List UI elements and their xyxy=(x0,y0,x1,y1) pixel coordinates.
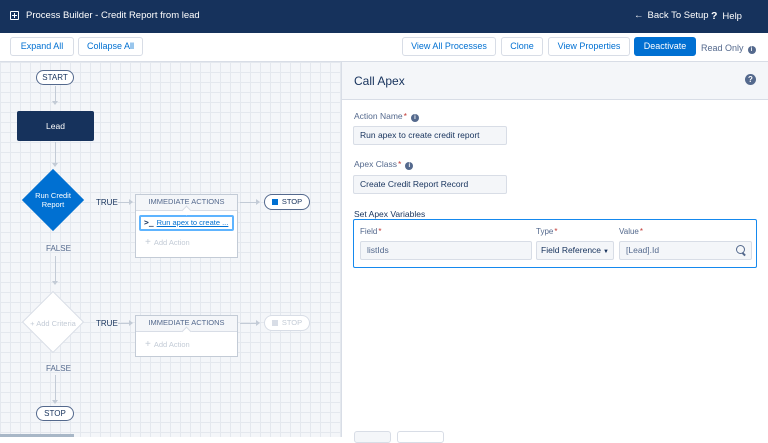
help-label: Help xyxy=(722,11,742,22)
variable-field-input[interactable]: listIds xyxy=(360,241,532,260)
immediate-actions-header: IMMEDIATE ACTIONS xyxy=(136,195,237,211)
action-name-label: Action Name* i xyxy=(354,111,419,122)
info-icon[interactable]: i xyxy=(747,46,756,54)
toolbar: Expand All Collapse All View All Process… xyxy=(0,33,768,62)
field-column-text: Field xyxy=(360,227,378,236)
connector-arrow xyxy=(52,400,58,404)
apex-class-label-text: Apex Class xyxy=(354,159,397,169)
back-to-setup-label: Back To Setup xyxy=(647,10,709,21)
stop-node: STOP xyxy=(264,194,310,210)
value-column-label: Value* xyxy=(619,227,643,236)
connector-arrow xyxy=(52,101,58,105)
apex-class-label: Apex Class* i xyxy=(354,159,414,170)
stop-label: STOP xyxy=(281,318,303,327)
cancel-button[interactable] xyxy=(397,431,444,443)
variable-type-select[interactable]: Field Reference ▼ xyxy=(536,241,614,260)
view-properties-button[interactable]: View Properties xyxy=(548,37,630,56)
true-label: TRUE xyxy=(96,198,118,207)
required-marker: * xyxy=(639,227,643,236)
read-only-label: Read Only xyxy=(701,43,744,53)
deactivate-button[interactable]: Deactivate xyxy=(634,37,696,56)
action-item-label: Run apex to create ... xyxy=(156,218,229,227)
criteria-label: Run Credit Report xyxy=(35,191,71,209)
true-label: TRUE xyxy=(96,319,118,328)
set-apex-variables-label: Set Apex Variables xyxy=(354,209,426,219)
action-properties-panel: Call Apex ? Action Name* i Run apex to cr… xyxy=(342,62,768,437)
search-icon[interactable] xyxy=(736,245,745,254)
connector-arrow xyxy=(52,163,58,167)
false-label: FALSE xyxy=(46,364,71,373)
info-icon[interactable]: i xyxy=(405,162,414,170)
variable-type-value: Field Reference xyxy=(541,245,602,255)
connector-arrow xyxy=(256,320,260,326)
add-action-link[interactable]: + Add Action xyxy=(136,339,237,350)
connector-line xyxy=(118,323,129,324)
connector-line xyxy=(55,142,56,164)
action-name-label-text: Action Name xyxy=(354,111,403,121)
plus-icon: + xyxy=(145,339,151,350)
end-stop-node: STOP xyxy=(36,406,74,421)
apex-icon: >_ xyxy=(144,218,154,227)
connector-arrow xyxy=(129,320,133,326)
expand-all-button[interactable]: Expand All xyxy=(10,37,74,56)
connector-arrow xyxy=(52,281,58,285)
immediate-actions-box: IMMEDIATE ACTIONS + Add Action xyxy=(135,315,238,357)
process-builder-icon xyxy=(10,11,19,20)
type-column-text: Type xyxy=(536,227,554,236)
stop-icon xyxy=(271,319,278,326)
connector-line xyxy=(240,323,256,324)
required-marker: * xyxy=(554,227,558,236)
info-icon[interactable]: i xyxy=(410,114,419,122)
plus-icon: + xyxy=(145,237,151,248)
immediate-actions-box: IMMEDIATE ACTIONS >_ Run apex to create .… xyxy=(135,194,238,258)
add-criteria-link[interactable]: + Add Criteria xyxy=(18,319,88,328)
collapse-all-button[interactable]: Collapse All xyxy=(78,37,143,56)
add-action-label: Add Action xyxy=(153,238,190,247)
connector-line xyxy=(55,375,56,401)
connector-line xyxy=(240,202,256,203)
action-item-run-apex[interactable]: >_ Run apex to create ... xyxy=(139,215,234,231)
app-header: Process Builder - Credit Report from lea… xyxy=(0,0,768,33)
panel-header: Call Apex ? xyxy=(342,62,768,100)
add-action-label: Add Action xyxy=(153,340,190,349)
save-button[interactable] xyxy=(354,431,391,443)
object-node-lead[interactable]: Lead xyxy=(17,111,94,141)
type-column-label: Type* xyxy=(536,227,557,236)
view-all-processes-button[interactable]: View All Processes xyxy=(402,37,496,56)
add-action-link[interactable]: + Add Action xyxy=(136,237,237,248)
panel-title: Call Apex xyxy=(354,74,405,88)
immediate-actions-header: IMMEDIATE ACTIONS xyxy=(136,316,237,332)
required-marker: * xyxy=(403,111,407,121)
connector-line xyxy=(55,86,56,102)
back-arrow-icon: ← xyxy=(634,10,644,21)
chevron-down-icon: ▼ xyxy=(603,249,609,255)
back-to-setup-link[interactable]: ← Back To Setup xyxy=(634,10,709,21)
apex-class-field[interactable]: Create Credit Report Record xyxy=(353,175,507,194)
required-marker: * xyxy=(378,227,382,236)
clone-button[interactable]: Clone xyxy=(501,37,543,56)
help-icon[interactable]: ? xyxy=(745,74,756,85)
stop-node: STOP xyxy=(264,315,310,331)
variable-value-input[interactable]: [Lead].Id xyxy=(619,241,752,260)
variable-value-text: [Lead].Id xyxy=(626,245,660,255)
apex-variables-row: Field* Type* Value* listIds Field Refere… xyxy=(353,219,757,268)
start-node: START xyxy=(36,70,74,85)
stop-icon xyxy=(271,198,278,205)
action-name-field[interactable]: Run apex to create credit report xyxy=(353,126,507,145)
false-label: FALSE xyxy=(46,244,71,253)
help-icon: ? xyxy=(711,10,718,22)
required-marker: * xyxy=(398,159,402,169)
connector-line xyxy=(118,202,129,203)
connector-arrow xyxy=(256,199,260,205)
add-criteria-label: Add Criteria xyxy=(36,319,76,328)
process-canvas[interactable]: START Lead Run Credit Report TRUE IMMEDI… xyxy=(0,62,342,437)
help-link[interactable]: ? Help xyxy=(711,10,742,22)
app-title: Process Builder - Credit Report from lea… xyxy=(26,10,200,21)
read-only-status: Read Only i xyxy=(701,43,756,54)
connector-line xyxy=(55,256,56,282)
field-column-label: Field* xyxy=(360,227,381,236)
value-column-text: Value xyxy=(619,227,639,236)
connector-arrow xyxy=(129,199,133,205)
stop-label: STOP xyxy=(281,197,303,206)
